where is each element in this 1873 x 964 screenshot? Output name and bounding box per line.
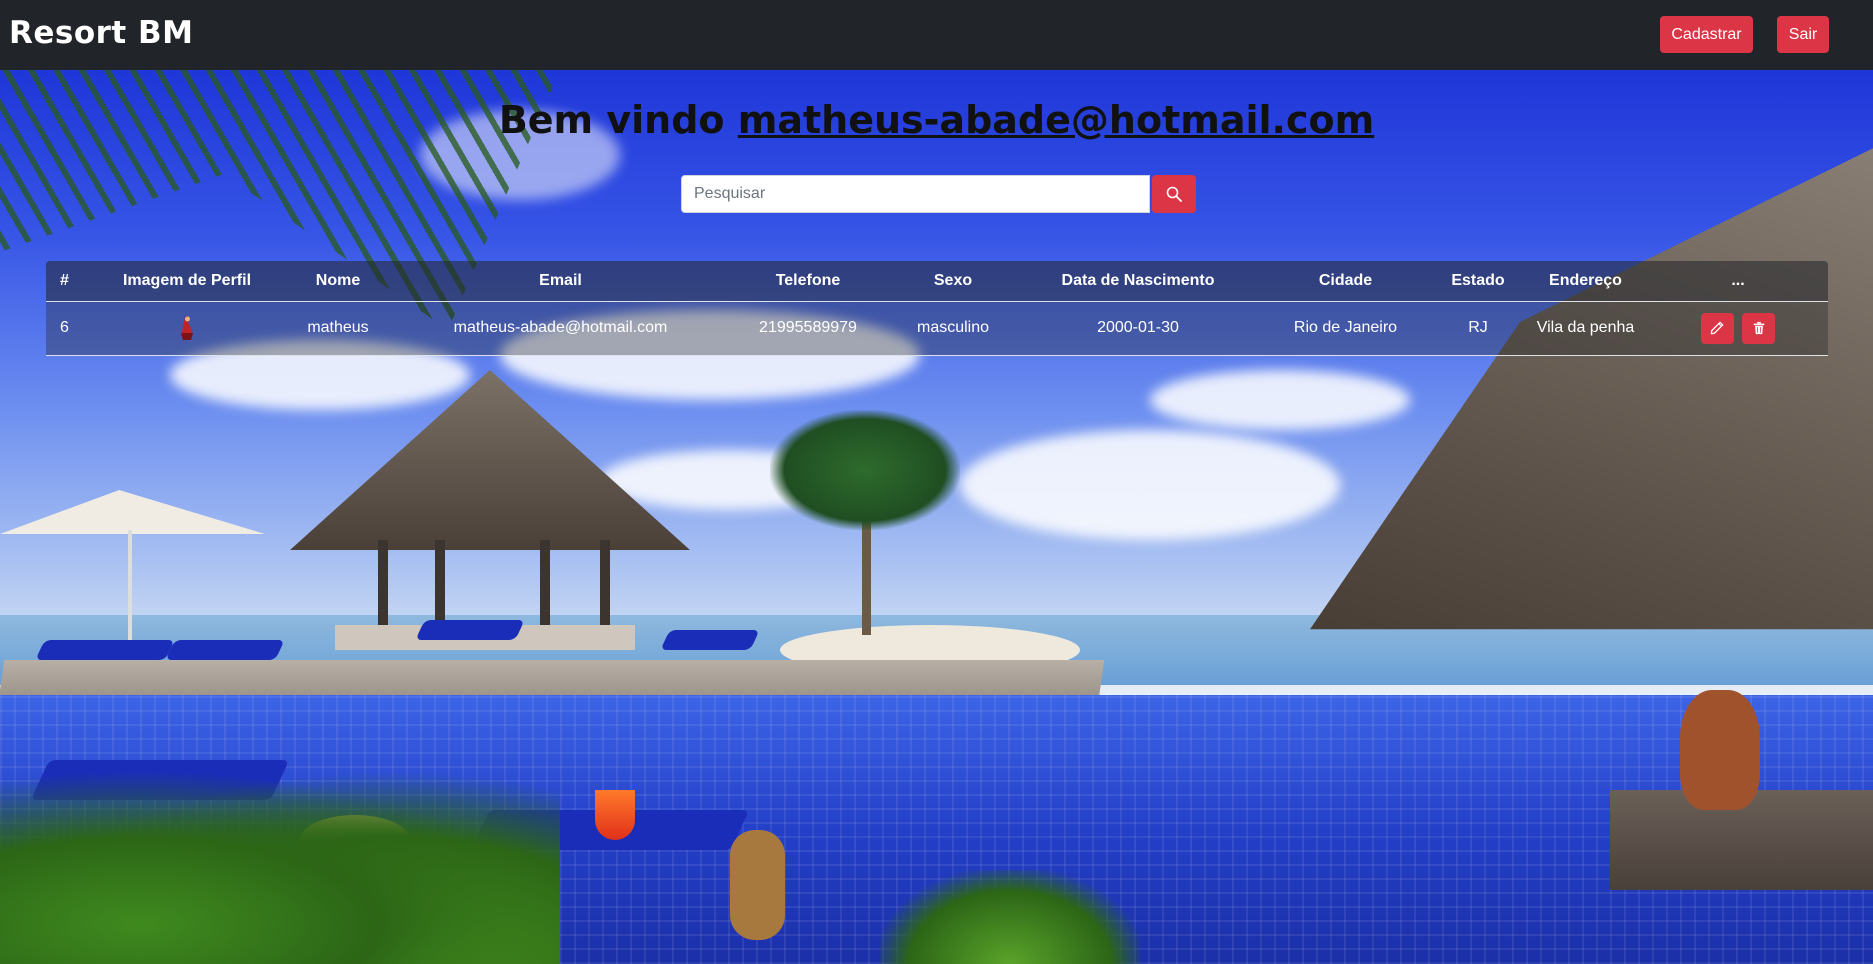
gazebo-post [600, 540, 610, 635]
lounger [660, 630, 760, 650]
cell-profile-image [91, 301, 283, 356]
delete-button[interactable] [1742, 312, 1776, 344]
navbar: Resort BM Cadastrar Sair [0, 0, 1873, 70]
cell-telefone: 21995589979 [728, 301, 888, 356]
table-row: 6 matheus matheus-abade@hotmail.com 2199… [46, 301, 1828, 356]
col-sexo: Sexo [888, 261, 1018, 302]
cell-nascimento: 2000-01-30 [1018, 301, 1258, 356]
search-icon [1166, 186, 1182, 202]
brand-logo[interactable]: Resort BM [9, 15, 194, 51]
col-estado: Estado [1433, 261, 1523, 302]
profile-image [181, 316, 193, 340]
search-bar [681, 175, 1196, 213]
cell-sexo: masculino [888, 301, 1018, 356]
col-cidade: Cidade [1258, 261, 1433, 302]
col-actions: ... [1648, 261, 1828, 302]
sair-button[interactable]: Sair [1777, 16, 1829, 53]
users-table: # Imagem de Perfil Nome Email Telefone S… [46, 261, 1828, 356]
col-email: Email [393, 261, 728, 302]
cell-actions [1648, 301, 1828, 356]
table-header-row: # Imagem de Perfil Nome Email Telefone S… [46, 261, 1828, 302]
lounger [165, 640, 285, 660]
col-nascimento: Data de Nascimento [1018, 261, 1258, 302]
cell-email: matheus-abade@hotmail.com [393, 301, 728, 356]
trash-icon [1753, 321, 1764, 335]
cell-estado: RJ [1433, 301, 1523, 356]
cell-id: 6 [46, 301, 91, 356]
foreground-leaves [880, 870, 1140, 964]
col-endereco: Endereço [1523, 261, 1648, 302]
woven-basket [730, 830, 785, 940]
cocktail-glass [595, 790, 635, 840]
col-telefone: Telefone [728, 261, 888, 302]
umbrella-pole [128, 530, 132, 650]
search-input[interactable] [681, 175, 1150, 213]
gazebo-post [378, 540, 388, 635]
col-id: # [46, 261, 91, 302]
foreground-leaves [0, 770, 560, 964]
cell-nome: matheus [283, 301, 393, 356]
cloud [960, 430, 1340, 540]
col-profile-image: Imagem de Perfil [91, 261, 283, 302]
cell-endereco: Vila da penha [1523, 301, 1648, 356]
col-nome: Nome [283, 261, 393, 302]
search-button[interactable] [1152, 175, 1196, 213]
pencil-icon [1710, 321, 1724, 335]
welcome-email-link[interactable]: matheus-abade@hotmail.com [738, 98, 1374, 142]
lounger [35, 640, 175, 660]
palm-crown [770, 410, 960, 530]
lounger [415, 620, 525, 640]
welcome-prefix: Bem vindo [498, 98, 725, 142]
cell-cidade: Rio de Janeiro [1258, 301, 1433, 356]
cadastrar-button[interactable]: Cadastrar [1660, 16, 1753, 53]
edit-button[interactable] [1700, 312, 1734, 344]
cloud [1150, 370, 1410, 430]
gazebo-post [540, 540, 550, 635]
clay-pot [1680, 690, 1760, 810]
welcome-heading: Bem vindo matheus-abade@hotmail.com [0, 98, 1873, 142]
